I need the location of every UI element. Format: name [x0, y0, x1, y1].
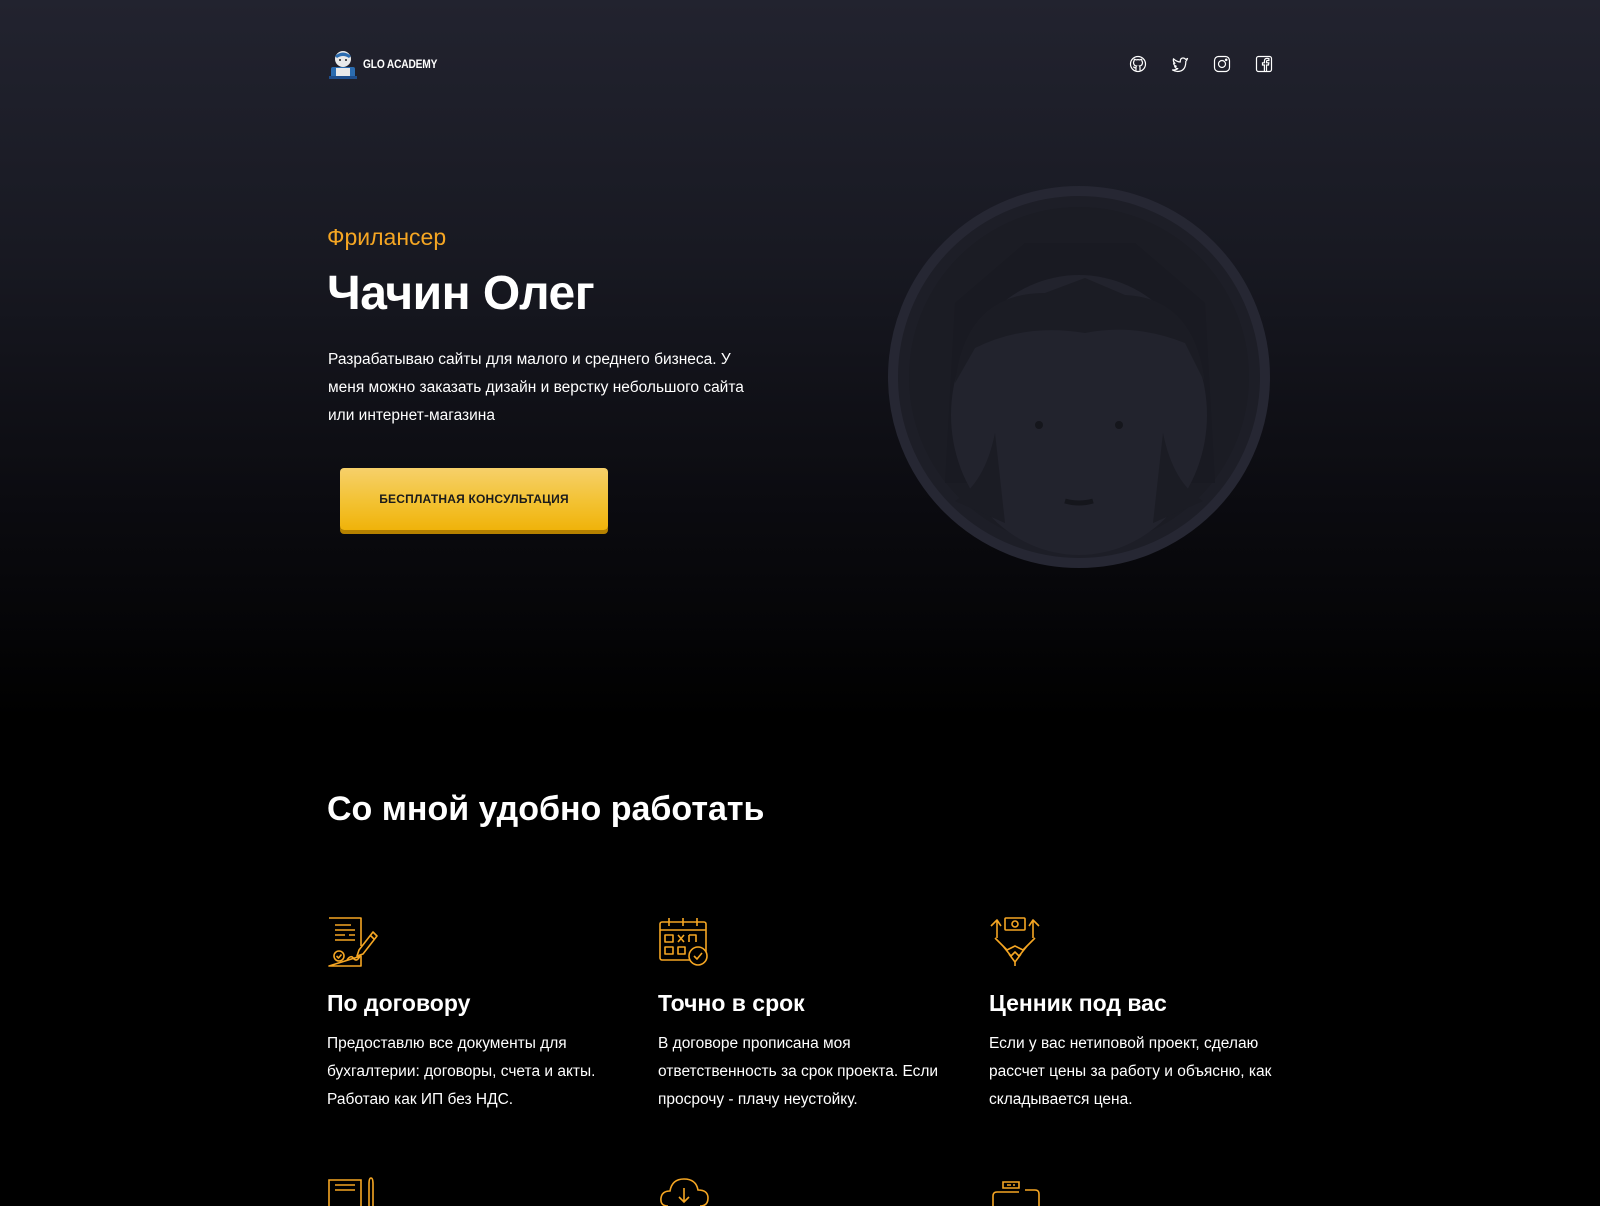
feature-title: По договору: [327, 990, 471, 1016]
avatar-illustration: [888, 186, 1270, 568]
logo-mascot-icon: [329, 51, 357, 79]
hero-description: Разрабатываю сайты для малого и среднего…: [328, 351, 744, 424]
feature-icon-partial-document: [327, 1176, 379, 1206]
feature-text: В договоре прописана моя ответственность…: [658, 1035, 939, 1108]
hero-title: Чачин Олег: [327, 267, 595, 320]
feature-deadline: Точно в срок В договоре прописана моя от…: [658, 916, 958, 1114]
feature-icon-partial-tool: [989, 1176, 1041, 1206]
handshake-icon: [990, 917, 1040, 966]
feature-pricing: Ценник под вас Если у вас нетиповой прое…: [989, 916, 1289, 1114]
calendar-icon: [659, 918, 708, 966]
free-consultation-button[interactable]: БЕСПЛАТНАЯ КОНСУЛЬТАЦИЯ: [340, 468, 608, 530]
hero-subtitle: Фрилансер: [327, 224, 447, 250]
feature-text: Если у вас нетиповой проект, сделаю расс…: [989, 1035, 1272, 1108]
logo-text: GLO ACADEMY: [363, 57, 438, 71]
features-section-title: Со мной удобно работать: [327, 790, 765, 828]
feature-text: Предоставлю все документы для бухгалтери…: [327, 1035, 596, 1108]
social-links: [1129, 55, 1273, 73]
github-icon[interactable]: [1129, 55, 1147, 73]
facebook-icon[interactable]: [1255, 55, 1273, 73]
feature-contract: По договору Предоставлю все документы дл…: [327, 916, 627, 1114]
twitter-icon[interactable]: [1171, 55, 1189, 73]
feature-icon-partial-cloud: [658, 1176, 710, 1206]
feature-title: Точно в срок: [658, 990, 805, 1016]
instagram-icon[interactable]: [1213, 55, 1231, 73]
site-header: GLO ACADEMY: [327, 48, 1273, 80]
contract-icon: [328, 917, 378, 967]
hero-background: [0, 0, 1600, 720]
logo[interactable]: GLO ACADEMY: [327, 49, 450, 79]
feature-title: Ценник под вас: [989, 990, 1167, 1016]
